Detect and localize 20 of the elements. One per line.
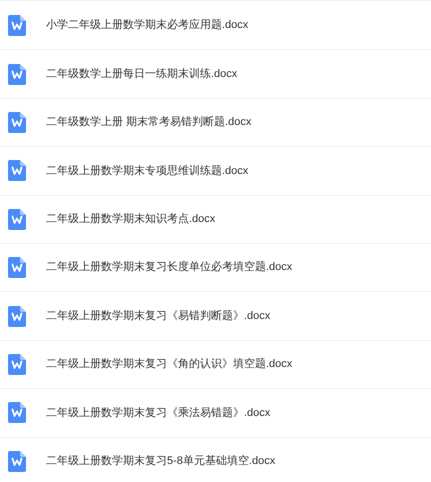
file-name[interactable]: 二年级上册数学期末复习《易错判断题》.docx	[46, 308, 270, 324]
word-document-icon	[8, 402, 26, 424]
word-document-icon	[8, 354, 26, 375]
word-document-icon	[8, 450, 26, 472]
file-name[interactable]: 二年级数学上册 期末常考易错判断题.docx	[46, 114, 252, 131]
word-document-icon	[8, 160, 26, 182]
file-name[interactable]: 二年级上册数学期末复习《乘法易错题》.docx	[46, 404, 270, 422]
file-name[interactable]: 二年级上册数学期末知识考点.docx	[46, 211, 216, 228]
file-name[interactable]: 二年级上册数学期末专项思维训练题.docx	[46, 162, 248, 180]
word-document-icon	[8, 257, 26, 278]
file-name[interactable]: 二年级上册数学期末复习5-8单元基础填空.docx	[46, 452, 276, 470]
file-name[interactable]: 二年级上册数学期末复习长度单位必考填空题.docx	[46, 259, 292, 276]
word-document-icon	[8, 15, 26, 36]
word-document-icon	[8, 306, 26, 327]
file-name[interactable]: 二年级数学上册每日一练期末训练.docx	[46, 66, 238, 82]
word-document-icon	[8, 208, 26, 230]
word-document-icon	[8, 64, 26, 85]
file-name[interactable]: 小学二年级上册数学期末必考应用题.docx	[46, 17, 248, 34]
word-document-icon	[8, 112, 26, 133]
file-name[interactable]: 二年级上册数学期末复习《角的认识》填空题.docx	[46, 356, 292, 373]
